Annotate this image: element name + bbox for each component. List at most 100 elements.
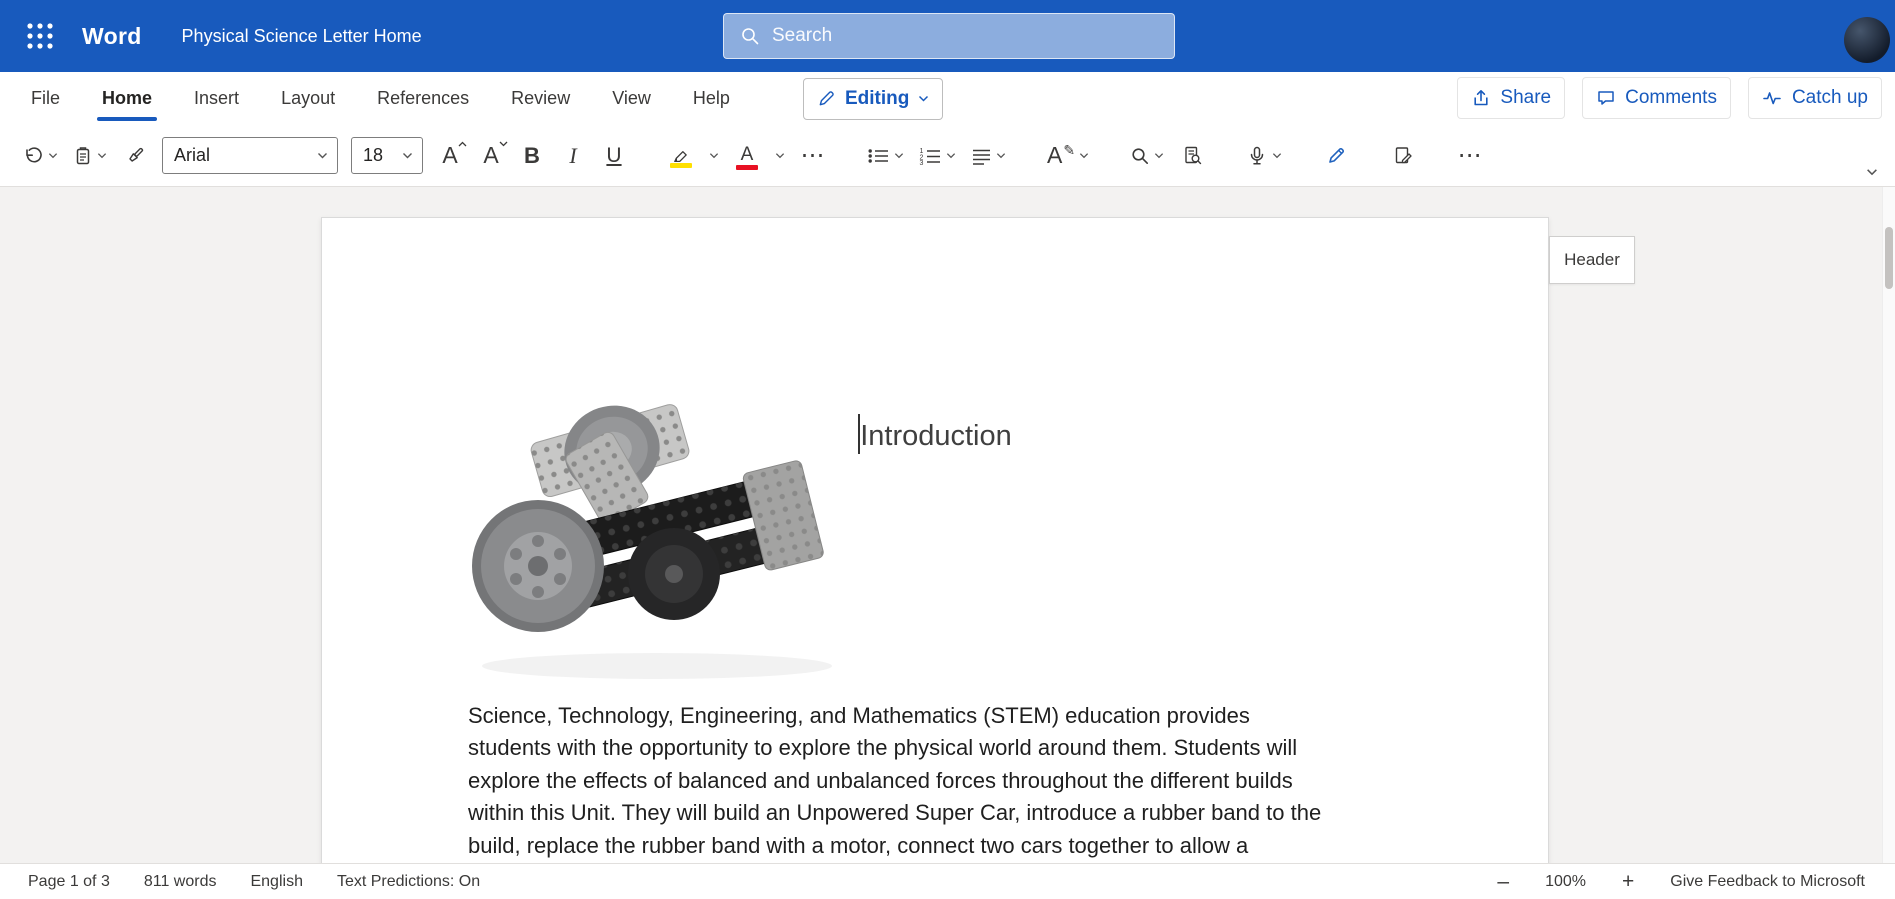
font-color-swatch bbox=[736, 165, 758, 170]
chevron-down-icon bbox=[1154, 152, 1164, 159]
body-line[interactable]: explore the effects of balanced and unba… bbox=[468, 765, 1468, 797]
document-body[interactable]: Science, Technology, Engineering, and Ma… bbox=[468, 700, 1468, 862]
font-color-letter: A bbox=[741, 145, 754, 164]
font-name-value: Arial bbox=[174, 145, 210, 166]
numbering-button[interactable]: 1 2 3 bbox=[914, 134, 961, 178]
document-heading[interactable]: Introduction bbox=[322, 414, 1548, 456]
grow-font-button[interactable]: A bbox=[432, 134, 468, 178]
tab-home[interactable]: Home bbox=[81, 72, 173, 125]
text-highlight-button[interactable] bbox=[663, 134, 699, 178]
magnifier-icon bbox=[1130, 146, 1150, 166]
comment-icon bbox=[1596, 88, 1616, 108]
more-commands-button[interactable]: ⋯ bbox=[1452, 134, 1488, 178]
chevron-down-icon bbox=[402, 152, 413, 159]
tab-review[interactable]: Review bbox=[490, 72, 591, 125]
language[interactable]: English bbox=[250, 873, 302, 891]
collapse-ribbon-button[interactable] bbox=[1859, 162, 1885, 182]
more-font-options-button[interactable]: ⋯ bbox=[795, 134, 831, 178]
share-label: Share bbox=[1500, 87, 1551, 109]
find-button[interactable] bbox=[1125, 134, 1169, 178]
editing-mode-label: Editing bbox=[845, 88, 909, 110]
underline-button[interactable]: U bbox=[596, 134, 632, 178]
tab-references[interactable]: References bbox=[356, 72, 490, 125]
svg-text:3: 3 bbox=[920, 160, 924, 165]
pencil-icon bbox=[817, 89, 836, 108]
page-count[interactable]: Page 1 of 3 bbox=[28, 873, 110, 891]
body-line[interactable]: Science, Technology, Engineering, and Ma… bbox=[468, 700, 1468, 732]
comments-label: Comments bbox=[1625, 87, 1717, 109]
tab-view[interactable]: View bbox=[591, 72, 672, 125]
tab-file[interactable]: File bbox=[10, 72, 81, 125]
font-name-select[interactable]: Arial bbox=[162, 137, 338, 174]
catch-up-button[interactable]: Catch up bbox=[1748, 77, 1882, 119]
status-bar: Page 1 of 3 811 words English Text Predi… bbox=[0, 863, 1895, 899]
app-launcher-icon[interactable] bbox=[20, 16, 60, 56]
chevron-down-icon bbox=[1866, 168, 1878, 176]
shrink-font-button[interactable]: A bbox=[473, 134, 509, 178]
search-box[interactable] bbox=[723, 13, 1175, 59]
undo-icon bbox=[23, 146, 44, 166]
font-size-select[interactable]: 18 bbox=[351, 137, 423, 174]
numbered-list-icon: 1 2 3 bbox=[919, 147, 942, 165]
tab-insert[interactable]: Insert bbox=[173, 72, 260, 125]
app-name[interactable]: Word bbox=[82, 23, 142, 50]
page-search-icon bbox=[1182, 145, 1203, 166]
align-justify-icon bbox=[971, 147, 992, 165]
pulse-icon bbox=[1762, 88, 1783, 108]
paste-button[interactable] bbox=[68, 134, 112, 178]
app-topbar: Word Physical Science Letter Home bbox=[0, 0, 1895, 72]
italic-button[interactable]: I bbox=[555, 134, 591, 178]
body-line[interactable]: students with the opportunity to explore… bbox=[468, 732, 1468, 764]
font-color-button[interactable]: A bbox=[729, 134, 765, 178]
highlight-dropdown[interactable] bbox=[704, 134, 724, 178]
bullets-button[interactable] bbox=[862, 134, 909, 178]
editor-button[interactable] bbox=[1318, 134, 1354, 178]
search-input[interactable] bbox=[772, 25, 1158, 47]
designer-icon bbox=[1393, 145, 1414, 166]
styles-button[interactable]: A ✎ bbox=[1042, 134, 1094, 178]
body-line[interactable]: within this Unit. They will build an Unp… bbox=[468, 797, 1468, 829]
text-predictions[interactable]: Text Predictions: On bbox=[337, 873, 480, 891]
chevron-down-icon bbox=[1079, 152, 1089, 159]
ribbon-tabs: File Home Insert Layout References Revie… bbox=[10, 72, 751, 125]
tab-help[interactable]: Help bbox=[672, 72, 751, 125]
dictate-button[interactable] bbox=[1241, 134, 1287, 178]
word-count[interactable]: 811 words bbox=[144, 873, 217, 891]
feedback-link[interactable]: Give Feedback to Microsoft bbox=[1670, 873, 1865, 891]
body-line[interactable]: build, replace the rubber band with a mo… bbox=[468, 830, 1468, 862]
share-button[interactable]: Share bbox=[1457, 77, 1565, 119]
vertical-scrollbar[interactable] bbox=[1882, 187, 1895, 863]
waffle-grid-icon bbox=[25, 21, 55, 51]
header-tab-button[interactable]: Header bbox=[1549, 236, 1635, 284]
comments-button[interactable]: Comments bbox=[1582, 77, 1731, 119]
styles-letter: A bbox=[1047, 144, 1062, 167]
chevron-up-icon bbox=[458, 141, 467, 147]
bullet-list-icon bbox=[867, 147, 890, 165]
avatar[interactable] bbox=[1844, 17, 1890, 63]
bold-button[interactable]: B bbox=[514, 134, 550, 178]
scrollbar-thumb[interactable] bbox=[1885, 227, 1893, 289]
zoom-level[interactable]: 100% bbox=[1545, 873, 1586, 891]
ribbon-toolbar: Arial 18 A A B I U A ⋯ bbox=[0, 125, 1895, 187]
tab-layout[interactable]: Layout bbox=[260, 72, 356, 125]
undo-button[interactable] bbox=[18, 134, 63, 178]
navigation-pane-button[interactable] bbox=[1174, 134, 1210, 178]
document-page[interactable]: Introduction Science, Technology, Engine… bbox=[321, 217, 1549, 863]
status-left-group: Page 1 of 3 811 words English Text Predi… bbox=[28, 873, 480, 891]
font-color-dropdown[interactable] bbox=[770, 134, 790, 178]
format-painter-button[interactable] bbox=[117, 134, 153, 178]
chevron-down-icon bbox=[946, 152, 956, 159]
font-size-value: 18 bbox=[363, 145, 383, 166]
chevron-down-icon bbox=[1272, 152, 1282, 159]
grow-font-letter: A bbox=[442, 144, 457, 167]
zoom-in-button[interactable]: + bbox=[1622, 871, 1634, 892]
search-icon bbox=[740, 26, 760, 46]
document-title[interactable]: Physical Science Letter Home bbox=[182, 26, 422, 47]
zoom-out-button[interactable]: – bbox=[1497, 871, 1509, 892]
alignment-button[interactable] bbox=[966, 134, 1011, 178]
share-icon bbox=[1471, 88, 1491, 108]
editing-mode-button[interactable]: Editing bbox=[803, 78, 943, 120]
designer-button[interactable] bbox=[1385, 134, 1421, 178]
chevron-down-icon bbox=[775, 152, 785, 159]
chevron-down-icon bbox=[97, 152, 107, 159]
